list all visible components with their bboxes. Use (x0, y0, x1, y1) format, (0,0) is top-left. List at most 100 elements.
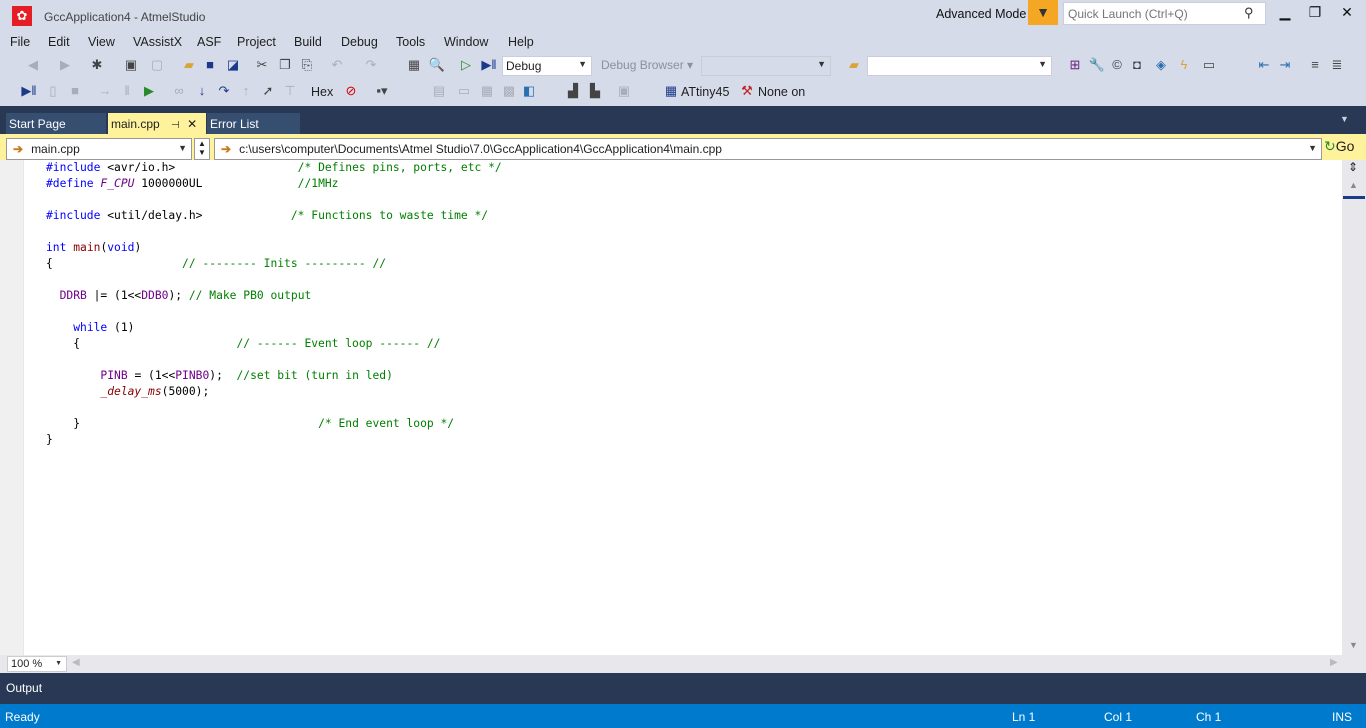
device-icon[interactable]: ▦ (662, 83, 680, 99)
chip-icon[interactable]: ▣ (615, 83, 633, 99)
visual-studio-icon[interactable]: ⊞ (1066, 57, 1084, 73)
code-line[interactable]: #include <util/delay.h> /* Functions to … (46, 208, 502, 224)
file-spinner[interactable]: ▲ ▼ (194, 138, 210, 160)
code-line[interactable] (46, 224, 502, 240)
menu-edit[interactable]: Edit (48, 35, 70, 49)
breakpoints-icon[interactable]: ⊘ (342, 83, 360, 99)
io-view-icon[interactable]: ▩ (500, 83, 518, 99)
start-without-debugging-icon[interactable]: ▶‖ (480, 57, 498, 73)
menu-window[interactable]: Window (444, 35, 488, 49)
redo-icon[interactable]: ↷ (362, 57, 380, 73)
continue-icon[interactable]: ▶ (140, 83, 158, 99)
menu-project[interactable]: Project (237, 35, 276, 49)
search-icon[interactable]: ⚲ (1244, 5, 1254, 21)
code-line[interactable]: } /* End event loop */ (46, 416, 502, 432)
watch-icon[interactable]: ◧ (520, 83, 538, 99)
go-button[interactable]: ↻Go (1324, 138, 1354, 155)
code-line[interactable]: _delay_ms(5000); (46, 384, 502, 400)
pin-icon[interactable]: ⊣ (171, 120, 180, 131)
platform-select[interactable]: ▼ (701, 56, 831, 76)
step-over-icon[interactable]: ↷ (215, 83, 233, 99)
code-line[interactable] (46, 400, 502, 416)
scroll-up-icon[interactable]: ▲ (1349, 180, 1358, 190)
minimize-button[interactable]: ▁ (1270, 4, 1300, 21)
code-editor[interactable]: #include <avr/io.h> /* Defines pins, por… (0, 160, 1366, 655)
tool-name[interactable]: None on (758, 85, 805, 99)
scroll-down-icon[interactable]: ▼ (1349, 640, 1358, 650)
pause-icon[interactable]: ‖ (118, 83, 136, 98)
erase-device-icon[interactable]: ▙ (586, 83, 604, 99)
code-line[interactable]: } (46, 432, 502, 448)
menu-view[interactable]: View (88, 35, 115, 49)
scroll-right-icon[interactable]: ▶ (1330, 657, 1338, 668)
navigate-back-icon[interactable]: ◀ (24, 57, 42, 73)
uncomment-icon[interactable]: ≣ (1328, 57, 1346, 73)
navigate-forward-icon[interactable]: ▶ (56, 57, 74, 73)
find-in-files-icon[interactable]: ▰ (845, 57, 863, 73)
new-project-icon[interactable]: ✱ (88, 57, 106, 73)
quick-launch-input[interactable] (1063, 2, 1266, 25)
hex-toggle[interactable]: Hex (311, 85, 333, 99)
solution-explorer-icon[interactable]: ▦ (405, 57, 423, 73)
close-button[interactable]: ✕ (1332, 4, 1362, 21)
run-to-cursor-icon[interactable]: ➚ (259, 83, 277, 99)
tool-icon[interactable]: ⚒ (738, 83, 756, 99)
comment-icon[interactable]: ≡ (1306, 57, 1324, 72)
memory-icon[interactable]: ▭ (455, 83, 473, 99)
copy-icon[interactable]: ❐ (276, 57, 294, 73)
compiler-icon[interactable]: © (1108, 57, 1126, 72)
paste-icon[interactable]: ⎘ (298, 57, 316, 73)
menu-build[interactable]: Build (294, 35, 322, 49)
open-file-icon[interactable]: ▰ (180, 57, 198, 73)
indent-icon[interactable]: ⇥ (1276, 57, 1294, 73)
code-line[interactable]: int main(void) (46, 240, 502, 256)
advanced-mode-label[interactable]: Advanced Mode (936, 7, 1026, 21)
filter-icon[interactable]: ▼ (1028, 0, 1058, 25)
show-next-statement-icon[interactable]: → (96, 83, 114, 98)
tab-overflow-icon[interactable]: ▼ (1340, 114, 1349, 124)
wrench-icon[interactable]: 🔧 (1088, 57, 1106, 73)
step-out-icon[interactable]: ↑ (237, 83, 255, 98)
processor-icon[interactable]: ▦ (478, 83, 496, 99)
output-tab[interactable]: Output (6, 681, 42, 695)
stop-icon[interactable]: ■ (66, 83, 84, 98)
code-line[interactable]: #define F_CPU 1000000UL //1MHz (46, 176, 502, 192)
device-programming-icon[interactable]: ◘ (1128, 57, 1146, 72)
device-name[interactable]: ATtiny45 (681, 85, 729, 99)
zoom-select[interactable]: 100 % ▼ (7, 656, 67, 672)
flash-icon[interactable]: ϟ (1175, 57, 1193, 72)
code-line[interactable] (46, 192, 502, 208)
program-device-icon[interactable]: ▟ (564, 83, 582, 99)
add-item-icon[interactable]: ▣ (122, 57, 140, 73)
undo-icon[interactable]: ↶ (328, 57, 346, 73)
menu-vassistx[interactable]: VAssistX (133, 35, 182, 49)
menu-debug[interactable]: Debug (341, 35, 378, 49)
code-line[interactable]: #include <avr/io.h> /* Defines pins, por… (46, 160, 502, 176)
save-icon[interactable]: ■ (201, 57, 219, 72)
restore-button[interactable]: ❐ (1300, 4, 1330, 21)
vertical-scrollbar[interactable]: ⇕ ▲ ▼ (1342, 160, 1366, 655)
code-line[interactable] (46, 272, 502, 288)
file-select[interactable]: ➔ main.cpp ▼ (6, 138, 192, 160)
split-icon[interactable]: ⇕ (1348, 160, 1358, 174)
cut-icon[interactable]: ✂ (253, 57, 271, 73)
attach-icon[interactable]: ▯ (44, 83, 62, 99)
code-line[interactable]: { // ------ Event loop ------ // (46, 336, 502, 352)
path-select[interactable]: ➔ c:\users\computer\Documents\Atmel Studi… (214, 138, 1322, 160)
step-into-icon[interactable]: ↓ (193, 83, 211, 98)
find-icon[interactable]: 🔍 (428, 57, 446, 73)
outdent-icon[interactable]: ⇤ (1255, 57, 1273, 73)
debug-browser-select[interactable]: Debug Browser ▾ (598, 56, 698, 76)
windows-icon[interactable]: ▪▾ (373, 83, 391, 99)
reset-icon[interactable]: ⊤ (281, 83, 299, 99)
code-line[interactable] (46, 352, 502, 368)
extension-manager-icon[interactable]: ◈ (1152, 57, 1170, 73)
menu-tools[interactable]: Tools (396, 35, 425, 49)
menu-asf[interactable]: ASF (197, 35, 221, 49)
close-icon[interactable]: ✕ (187, 117, 197, 131)
horizontal-scrollbar[interactable]: 100 % ▼ ◀ ▶ (0, 655, 1366, 673)
scroll-left-icon[interactable]: ◀ (72, 657, 80, 668)
start-without-debugging-icon[interactable]: ▶‖ (20, 83, 38, 99)
configuration-select[interactable]: Debug ▼ (502, 56, 592, 76)
save-all-icon[interactable]: ◪ (224, 57, 242, 73)
